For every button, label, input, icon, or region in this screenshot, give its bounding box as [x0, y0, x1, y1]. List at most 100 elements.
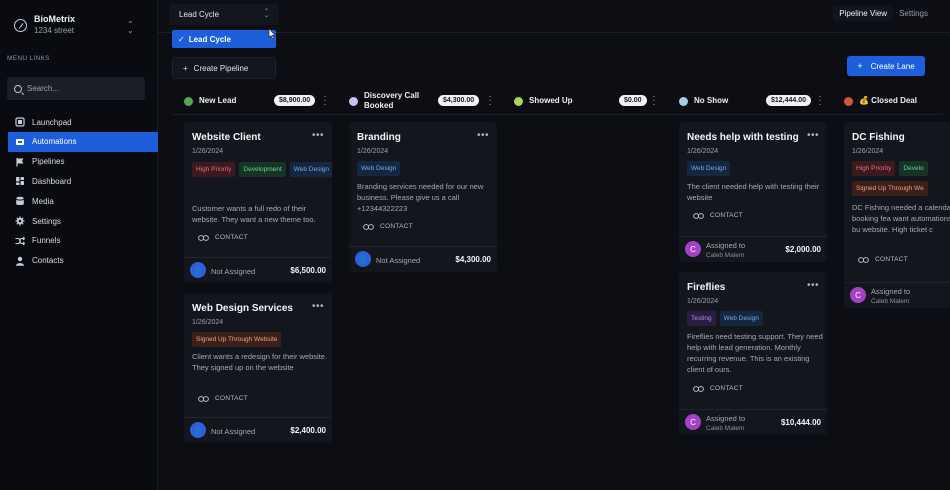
board-divider: [172, 114, 942, 115]
card-amount: $10,444.00: [780, 418, 821, 427]
create-lane-button[interactable]: + Create Lane: [847, 56, 925, 76]
card-title: Branding: [357, 132, 401, 143]
search-box: [7, 77, 145, 100]
compass-icon: [14, 18, 27, 32]
assignee-name: Caleb Malem: [706, 252, 745, 259]
card-description: Customer wants a full redo of their webs…: [192, 204, 316, 224]
card-tags: Signed Up Through Website: [192, 332, 332, 352]
card-amount: $2,400.00: [290, 426, 326, 435]
tag: Web Design: [719, 311, 763, 326]
pipeline-select[interactable]: Lead Cycle ⌃ ⌄: [169, 4, 279, 25]
more-options-icon[interactable]: •••: [807, 280, 819, 291]
user-avatar-icon: 👤: [190, 262, 206, 278]
lane-header-showed-up: Showed Up $0.00 · · ·: [514, 90, 660, 112]
bolt-icon: [16, 138, 24, 145]
card-amount: $2,000.00: [785, 245, 821, 254]
tag: High Priority: [192, 162, 236, 177]
deal-card-dc-fishing[interactable]: DC Fishing 1/26/2024 High Priority Devel…: [844, 122, 950, 308]
card-title: Fireflies: [687, 282, 726, 293]
lane-amount-badge: $12,444.00: [766, 95, 812, 106]
deal-card-web-design-services[interactable]: Web Design Services ••• 1/26/2024 Signed…: [184, 293, 332, 443]
gear-icon: [15, 216, 25, 226]
pipeline-select-value: Lead Cycle: [179, 10, 220, 19]
user-avatar: C: [685, 241, 701, 257]
more-options-icon[interactable]: •••: [807, 130, 819, 141]
tab-settings[interactable]: Settings: [893, 6, 934, 21]
lane-amount-badge: $8,900.00: [274, 95, 316, 106]
deal-card-website-client[interactable]: Website Client ••• 1/26/2024 High Priori…: [184, 122, 332, 283]
chevron-up-down-icon[interactable]: ⌃ ⌄: [127, 21, 134, 35]
link-icon: [693, 385, 704, 392]
link-icon: [198, 395, 209, 402]
deal-card-fireflies[interactable]: Fireflies ••• 1/26/2024 Testing Web Desi…: [679, 272, 827, 435]
card-assignee: Assigned to Caleb Malem: [706, 414, 745, 433]
sidebar-item-pipelines[interactable]: Pipelines: [8, 152, 158, 172]
card-description: The client needed help with testing thei…: [687, 182, 820, 202]
create-pipeline-button[interactable]: + Create Pipeline: [172, 57, 276, 79]
lane-title: No Show: [694, 96, 729, 105]
sidebar-item-media[interactable]: Media: [8, 191, 158, 211]
sidebar-item-funnels[interactable]: Funnels: [8, 231, 158, 251]
kebab-menu-icon[interactable]: · · ·: [818, 92, 822, 109]
lane-status-dot: [514, 96, 523, 106]
more-options-icon[interactable]: •••: [312, 301, 324, 312]
sidebar-item-label: Contacts: [32, 256, 64, 266]
contact-link[interactable]: CONTACT: [198, 395, 248, 402]
deal-card-branding[interactable]: Branding ••• 1/26/2024 Web Design Brandi…: [349, 122, 497, 272]
person-icon: [16, 256, 24, 266]
sidebar-item-label: Automations: [32, 137, 77, 147]
brand-name: BioMetrix: [34, 14, 76, 24]
more-options-icon[interactable]: •••: [477, 130, 489, 141]
search-icon: [14, 84, 22, 93]
lane-status-dot: [184, 96, 193, 106]
contact-link[interactable]: CONTACT: [363, 223, 413, 230]
dropdown-option-label: Lead Cycle: [188, 34, 231, 44]
tab-pipeline-view[interactable]: Pipeline View: [833, 6, 894, 21]
lane-header-closed-deal: 💰 Closed Deal: [844, 90, 950, 112]
card-tags: Web Design: [687, 161, 827, 181]
user-avatar: C: [850, 287, 866, 303]
lane-status-dot: [679, 96, 688, 106]
more-options-icon[interactable]: •••: [312, 130, 324, 141]
contact-link[interactable]: CONTACT: [693, 212, 743, 219]
sidebar-item-dashboard[interactable]: Dashboard: [8, 171, 158, 191]
sidebar-item-settings[interactable]: Settings: [8, 211, 158, 231]
card-title: Web Design Services: [192, 303, 293, 314]
card-footer: C Assigned to Caleb Malem: [844, 282, 950, 308]
sidebar-item-label: Settings: [32, 216, 61, 226]
contact-label: CONTACT: [710, 212, 744, 219]
lane-title: 💰 Closed Deal: [859, 96, 917, 105]
database-icon: [16, 197, 24, 206]
card-footer: 👤 Not Assigned $4,300.00: [349, 246, 497, 272]
contact-link[interactable]: CONTACT: [858, 256, 908, 263]
card-title: Website Client: [192, 132, 261, 143]
plus-icon: +: [183, 63, 188, 73]
contact-link[interactable]: CONTACT: [198, 234, 248, 241]
card-date: 1/26/2024: [687, 148, 719, 155]
rocket-icon: [15, 117, 25, 127]
sidebar-item-launchpad[interactable]: Launchpad: [8, 112, 158, 132]
chevron-up-down-icon: ⌃ ⌄: [263, 9, 269, 19]
brand-switcher[interactable]: BioMetrix 1234 street: [14, 14, 75, 36]
search-input[interactable]: [27, 84, 137, 93]
tag: Web Design: [357, 161, 401, 176]
kebab-menu-icon[interactable]: · · ·: [652, 92, 656, 109]
tag: High Priority: [852, 161, 896, 176]
sidebar-item-automations[interactable]: Automations: [8, 131, 158, 152]
card-description: Branding services needed for our new bus…: [357, 182, 484, 213]
kebab-menu-icon[interactable]: · · ·: [488, 92, 492, 109]
tag: Web Design: [289, 162, 332, 177]
contact-label: CONTACT: [710, 385, 744, 392]
user-avatar-icon: 👤: [190, 422, 206, 438]
contact-link[interactable]: CONTACT: [693, 385, 743, 392]
card-footer: C Assigned to Caleb Malem $10,444.00: [679, 409, 827, 435]
card-footer: 👤 Not Assigned $6,500.00: [184, 257, 332, 283]
tag: Testing: [687, 311, 716, 326]
deal-card-needs-help-with-testing[interactable]: Needs help with testing ••• 1/26/2024 We…: [679, 122, 827, 262]
dropdown-option-lead-cycle[interactable]: ✓ Lead Cycle: [172, 30, 276, 48]
check-icon: ✓: [178, 34, 185, 44]
kebab-menu-icon[interactable]: · · ·: [323, 92, 327, 109]
card-date: 1/26/2024: [687, 298, 719, 305]
sidebar-item-contacts[interactable]: Contacts: [8, 251, 158, 271]
assignee-name: Caleb Malem: [706, 425, 745, 432]
